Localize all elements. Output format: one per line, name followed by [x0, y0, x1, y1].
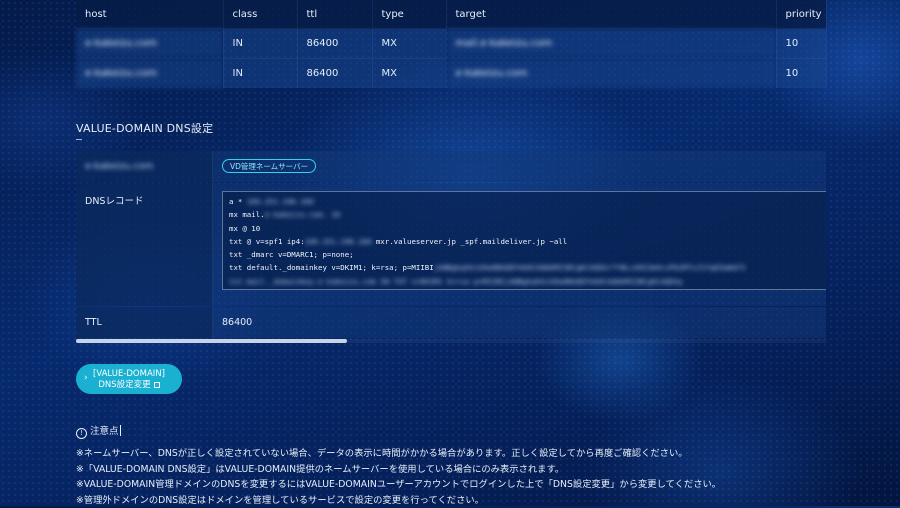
cell-class: IN [223, 28, 298, 59]
dns-record-line: txt _dmarc v=DMARC1; p=none; [229, 250, 354, 260]
col-target: target [446, 0, 777, 29]
note-item: ※VALUE-DOMAIN管理ドメインのDNSを変更するにはVALUE-DOMA… [76, 479, 722, 491]
cell-ttl: 86400 [297, 28, 373, 59]
cell-host: e-kakeizu.com [76, 58, 224, 88]
button-label-line2: DNS設定変更 [76, 380, 182, 391]
mx-records-table-container: host class ttl type target priority e-ka… [76, 0, 827, 88]
col-ttl: ttl [297, 0, 373, 29]
notes-heading: ! 注意点 [76, 423, 121, 439]
note-item: ※「VALUE-DOMAIN DNS設定」はVALUE-DOMAIN提供のネーム… [76, 463, 565, 475]
records-value: a * 160.251.198.160 mx mail.e-kakeizu.co… [222, 183, 826, 306]
nameserver-badge: VD管理ネームサーバー [222, 159, 317, 173]
dns-row-records: DNSレコード a * 160.251.198.160 mx mail.e-ka… [76, 183, 826, 306]
section-title-underline [76, 139, 82, 140]
table-header-row: host class ttl type target priority [76, 0, 827, 29]
cell-priority: 10 [776, 28, 827, 59]
dns-settings-panel: e-kakeizu.com VD管理ネームサーバー DNSレコード a * 16… [76, 151, 826, 338]
dns-row-ttl: TTL 86400 [76, 307, 826, 338]
dns-row-domain: e-kakeizu.com VD管理ネームサーバー [76, 151, 826, 182]
domain-value: VD管理ネームサーバー [222, 151, 826, 182]
mx-records-table: host class ttl type target priority e-ka… [76, 0, 827, 88]
table-row: e-kakeizu.com IN 86400 MX mail.e-kakeizu… [76, 28, 827, 59]
dns-record-line: txt @ v=spf1 ip4:160.251.198.160 mxr.val… [229, 236, 568, 246]
cell-priority: 10 [776, 58, 827, 88]
button-label-line1: [VALUE-DOMAIN] [93, 369, 165, 379]
col-host: host [76, 0, 224, 29]
table-row: e-kakeizu.com IN 86400 MX e-kakeizu.com … [76, 58, 827, 88]
ttl-value: 86400 [222, 317, 253, 328]
info-icon: ! [76, 428, 87, 439]
records-label: DNSレコード [76, 183, 213, 306]
dns-record-line: mx mail.e-kakeizu.com. 10 [229, 210, 341, 220]
cell-type: MX [372, 58, 447, 88]
cell-class: IN [223, 58, 298, 88]
cell-target: e-kakeizu.com [446, 58, 777, 88]
dns-record-line: txt mail._domainkey.e-kakeizu.com IN TXT… [229, 276, 683, 286]
scrollbar-thumb[interactable] [76, 339, 347, 343]
dns-record-line: a * 160.251.198.160 [229, 197, 314, 206]
chevron-right-icon: › [84, 373, 88, 383]
col-priority: priority [776, 0, 827, 29]
dns-record-line: txt default._domainkey v=DKIM1; k=rsa; p… [229, 263, 746, 273]
text-cursor [119, 425, 121, 436]
domain-label: e-kakeizu.com [76, 151, 213, 182]
ttl-value-cell: 86400 [222, 307, 826, 338]
ttl-label: TTL [76, 307, 213, 338]
dns-records-textarea[interactable]: a * 160.251.198.160 mx mail.e-kakeizu.co… [222, 191, 826, 290]
external-link-icon [153, 381, 160, 388]
col-type: type [372, 0, 447, 29]
cell-host: e-kakeizu.com [76, 28, 224, 59]
dns-record-line: mx @ 10 [229, 223, 261, 233]
cell-ttl: 86400 [297, 58, 373, 88]
col-class: class [223, 0, 298, 29]
cell-type: MX [372, 28, 447, 59]
note-item: ※ネームサーバー、DNSが正しく設定されていない場合、データの表示に時間がかかる… [76, 448, 688, 459]
notes-list: ※ネームサーバー、DNSが正しく設定されていない場合、データの表示に時間がかかる… [76, 446, 721, 508]
domain-name: e-kakeizu.com [85, 161, 154, 172]
horizontal-scrollbar[interactable] [76, 339, 826, 343]
cell-target: mail.e-kakeizu.com [446, 28, 777, 59]
dns-section-title: VALUE-DOMAIN DNS設定 [76, 122, 214, 135]
value-domain-dns-change-button[interactable]: › [VALUE-DOMAIN] DNS設定変更 [76, 364, 182, 394]
